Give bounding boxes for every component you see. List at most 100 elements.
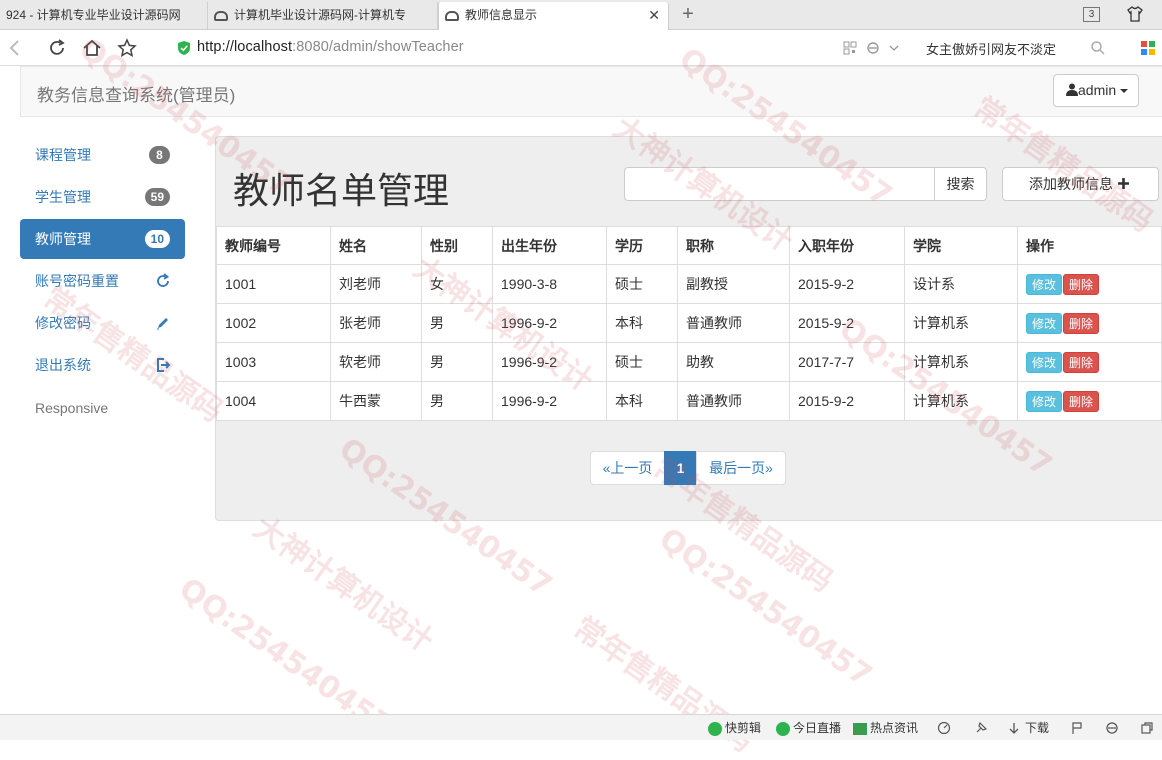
status-item-live[interactable]: 今日直播 <box>776 720 841 736</box>
search-icon[interactable] <box>1090 40 1106 56</box>
ie-compat-icon[interactable] <box>866 41 880 55</box>
status-item-download[interactable]: 下载 <box>1008 720 1049 736</box>
status-item-news[interactable]: 热点资讯 <box>853 720 918 736</box>
table-row: 1003 软老师 男 1996-9-2 硕士 助教 2017-7-7 计算机系 … <box>216 342 1162 382</box>
close-tab-icon[interactable]: ✕ <box>648 2 660 28</box>
table-row: 1001 刘老师 女 1990-3-8 硕士 副教授 2015-9-2 设计系 … <box>216 264 1162 304</box>
delete-button[interactable]: 删除 <box>1063 273 1100 295</box>
search-button[interactable]: 搜索 <box>934 167 987 201</box>
cell-birth: 1996-9-2 <box>492 342 607 382</box>
cell-gender: 女 <box>421 264 493 304</box>
count-badge: 59 <box>144 188 170 206</box>
cell-education: 本科 <box>606 381 678 421</box>
sidebar-item-logout[interactable]: 退出系统 <box>20 345 185 385</box>
cell-gender: 男 <box>421 303 493 343</box>
sidebar-item-label: 教师管理 <box>35 231 91 247</box>
app-brand[interactable]: 教务信息查询系统(管理员) <box>37 81 235 106</box>
cell-college: 计算机系 <box>904 303 1018 343</box>
col-header-actions: 操作 <box>1017 226 1162 265</box>
browser-tab-3-active[interactable]: 教师信息显示 ✕ <box>438 2 669 31</box>
flag-icon[interactable] <box>1070 721 1084 735</box>
prev-page-link[interactable]: «上一页 <box>590 451 665 485</box>
cell-name: 软老师 <box>330 342 422 382</box>
count-badge: 10 <box>144 230 170 248</box>
last-page-link[interactable]: 最后一页» <box>696 451 786 485</box>
mask-favicon-icon <box>445 10 459 21</box>
cell-college: 计算机系 <box>904 381 1018 421</box>
watermark-text: QQ:254540457 <box>652 521 879 694</box>
user-name: admin <box>1078 82 1117 98</box>
browser-tab-2[interactable]: 计算机毕业设计源码网-计算机专 <box>208 2 438 30</box>
refresh-icon <box>157 273 170 287</box>
add-teacher-button[interactable]: 添加教师信息 <box>1002 167 1159 201</box>
sidebar-item-teachers[interactable]: 教师管理 10 <box>20 219 185 259</box>
home-icon[interactable] <box>81 37 103 59</box>
plus-icon <box>1118 178 1129 189</box>
cell-actions: 修改 删除 <box>1017 264 1162 304</box>
cell-title: 普通教师 <box>677 303 790 343</box>
download-icon <box>1009 723 1019 735</box>
cell-gender: 男 <box>421 381 493 421</box>
favorite-star-icon[interactable] <box>116 37 138 59</box>
search-input[interactable] <box>624 167 935 201</box>
sidebar-item-label: 退出系统 <box>35 357 91 373</box>
col-header-education: 学历 <box>606 226 678 265</box>
cell-id: 1004 <box>216 381 331 421</box>
url-field[interactable]: http://localhost:8080/admin/showTeacher <box>197 39 464 55</box>
table-row: 1002 张老师 男 1996-9-2 本科 普通教师 2015-9-2 计算机… <box>216 303 1162 343</box>
delete-button[interactable]: 删除 <box>1063 390 1100 412</box>
refresh-icon[interactable] <box>46 37 68 59</box>
page-1-link[interactable]: 1 <box>664 451 697 485</box>
status-item-label: 快剪辑 <box>725 721 762 735</box>
user-menu-button[interactable]: admin <box>1053 74 1139 107</box>
cell-hire-year: 2015-9-2 <box>789 303 905 343</box>
cell-hire-year: 2015-9-2 <box>789 381 905 421</box>
tab-count-badge[interactable]: 3 <box>1083 7 1100 22</box>
col-header-name: 姓名 <box>330 226 422 265</box>
qr-code-icon[interactable] <box>843 41 857 55</box>
status-item-kuaijianji[interactable]: 快剪辑 <box>708 720 761 736</box>
tab-2-label: 计算机毕业设计源码网-计算机专 <box>234 8 406 22</box>
chevron-down-icon[interactable] <box>887 41 901 55</box>
play-icon <box>708 721 722 736</box>
edit-button[interactable]: 修改 <box>1026 312 1063 334</box>
search-suggestion-text[interactable]: 女主傲娇引网友不淡定 <box>926 39 1056 58</box>
cell-hire-year: 2015-9-2 <box>789 264 905 304</box>
cell-title: 普通教师 <box>677 381 790 421</box>
delete-button[interactable]: 删除 <box>1063 351 1100 373</box>
skin-shirt-icon[interactable] <box>1127 6 1143 22</box>
cell-college: 计算机系 <box>904 342 1018 382</box>
cell-title: 副教授 <box>677 264 790 304</box>
sidebar-item-reset-password[interactable]: 账号密码重置 <box>20 261 185 301</box>
sidebar-item-students[interactable]: 学生管理 59 <box>20 177 185 217</box>
browser-tab-1[interactable]: 924 - 计算机专业毕业设计源码网 <box>0 2 208 30</box>
table-header-row: 教师编号 姓名 性别 出生年份 学历 职称 入职年份 学院 操作 <box>216 226 1162 265</box>
sidebar-item-courses[interactable]: 课程管理 8 <box>20 135 185 175</box>
speed-icon[interactable] <box>937 721 951 735</box>
ie-icon[interactable] <box>1105 721 1119 735</box>
pin-icon[interactable] <box>974 721 988 735</box>
cell-name: 刘老师 <box>330 264 422 304</box>
cell-education: 硕士 <box>606 342 678 382</box>
cell-birth: 1996-9-2 <box>492 303 607 343</box>
back-arrow-icon[interactable] <box>4 37 26 59</box>
sidebar-item-label: 课程管理 <box>35 147 91 163</box>
sidebar-item-label: 修改密码 <box>35 315 91 331</box>
edit-button[interactable]: 修改 <box>1026 351 1063 373</box>
delete-button[interactable]: 删除 <box>1063 312 1100 334</box>
cell-id: 1003 <box>216 342 331 382</box>
col-header-id: 教师编号 <box>216 226 331 265</box>
edit-button[interactable]: 修改 <box>1026 273 1063 295</box>
cell-hire-year: 2017-7-7 <box>789 342 905 382</box>
window-restore-icon[interactable] <box>1140 721 1154 735</box>
apps-grid-icon[interactable] <box>1140 40 1156 56</box>
new-tab-button[interactable]: + <box>678 3 698 27</box>
sidebar-item-change-password[interactable]: 修改密码 <box>20 303 185 343</box>
url-path: :8080/admin/showTeacher <box>292 39 464 55</box>
add-teacher-label: 添加教师信息 <box>1029 176 1113 192</box>
app-navbar: 教务信息查询系统(管理员) admin <box>20 66 1162 117</box>
browser-tab-strip: 924 - 计算机专业毕业设计源码网 计算机毕业设计源码网-计算机专 教师信息显… <box>0 0 1162 31</box>
caret-down-icon <box>1120 89 1129 94</box>
edit-button[interactable]: 修改 <box>1026 390 1063 412</box>
col-header-hire-year: 入职年份 <box>789 226 905 265</box>
